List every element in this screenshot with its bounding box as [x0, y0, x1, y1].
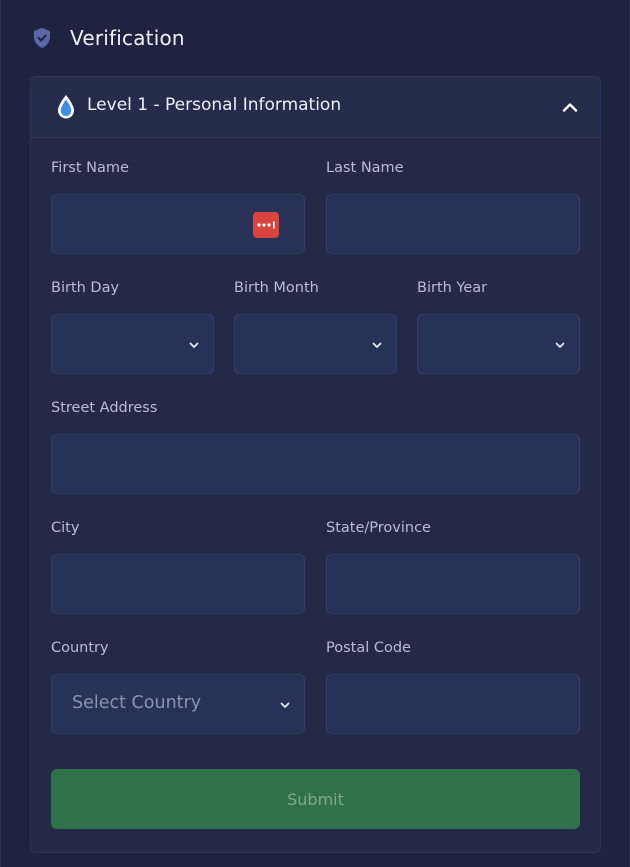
- level-1-card: Level 1 - Personal Information First Nam…: [30, 76, 601, 853]
- panel-header: Verification: [31, 22, 185, 54]
- city-field[interactable]: [51, 554, 305, 614]
- collapse-button[interactable]: [558, 95, 582, 119]
- street-address-field[interactable]: [51, 434, 580, 494]
- state-field[interactable]: [326, 554, 580, 614]
- city-input[interactable]: [52, 555, 304, 613]
- street-address-input[interactable]: [52, 435, 579, 493]
- page-title: Verification: [70, 26, 185, 50]
- street-address-label: Street Address: [51, 400, 158, 416]
- last-name-field[interactable]: [326, 194, 580, 254]
- first-name-label: First Name: [51, 160, 129, 176]
- chevron-down-icon: [189, 342, 199, 348]
- country-select[interactable]: Select Country: [51, 674, 305, 734]
- chevron-down-icon: [280, 702, 290, 708]
- birth-year-label: Birth Year: [417, 280, 488, 296]
- first-name-field[interactable]: [51, 194, 305, 254]
- state-label: State/Province: [326, 520, 431, 536]
- birth-month-select[interactable]: [234, 314, 397, 374]
- submit-button[interactable]: Submit: [51, 769, 580, 829]
- water-drop-icon: [55, 93, 77, 121]
- birth-day-label: Birth Day: [51, 280, 120, 296]
- last-name-label: Last Name: [326, 160, 404, 176]
- birth-month-label: Birth Month: [234, 280, 319, 296]
- verification-panel: Verification Level 1 - Personal Informat…: [0, 0, 630, 867]
- section-title: Level 1 - Personal Information: [87, 95, 342, 115]
- birth-year-select[interactable]: [417, 314, 580, 374]
- country-selected-value: Select Country: [72, 693, 202, 713]
- birth-day-select[interactable]: [51, 314, 214, 374]
- postal-code-input[interactable]: [327, 675, 579, 733]
- state-input[interactable]: [327, 555, 579, 613]
- country-label: Country: [51, 640, 109, 656]
- city-label: City: [51, 520, 80, 536]
- password-manager-icon[interactable]: [253, 212, 279, 238]
- chevron-down-icon: [555, 342, 565, 348]
- chevron-down-icon: [372, 342, 382, 348]
- chevron-up-icon: [562, 103, 578, 112]
- last-name-input[interactable]: [327, 195, 579, 253]
- postal-code-label: Postal Code: [326, 640, 411, 656]
- section-header[interactable]: Level 1 - Personal Information: [31, 77, 600, 138]
- shield-check-icon: [31, 27, 53, 49]
- postal-code-field[interactable]: [326, 674, 580, 734]
